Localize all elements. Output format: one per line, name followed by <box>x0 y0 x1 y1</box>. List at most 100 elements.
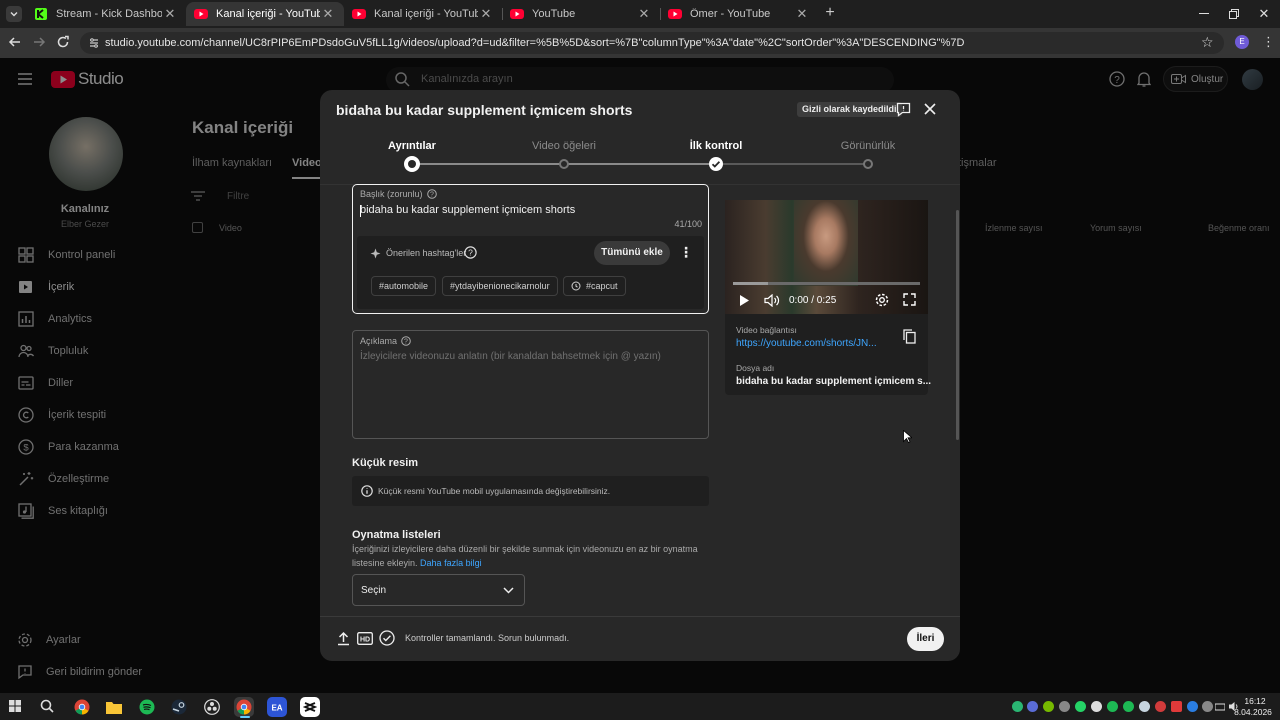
video-settings-button[interactable] <box>875 293 889 307</box>
thumbnail-info-text: Küçük resmi YouTube mobil uygulamasında … <box>378 486 611 496</box>
browser-tab[interactable]: Ömer - YouTube ✕ <box>660 2 818 26</box>
filename-label: Dosya adı <box>736 363 775 373</box>
restore-button[interactable] <box>1226 6 1242 22</box>
tray-app-icon[interactable] <box>1202 701 1213 712</box>
step-visibility-dot[interactable] <box>863 159 873 169</box>
title-input[interactable]: bidaha bu kadar supplement içmicem short… <box>360 204 575 216</box>
obs-icon[interactable] <box>202 697 222 717</box>
spotify-icon[interactable] <box>137 697 157 717</box>
close-icon[interactable]: ✕ <box>794 6 810 22</box>
step-visibility-label[interactable]: Görünürlük <box>798 140 938 152</box>
forward-button[interactable] <box>32 35 46 49</box>
playlists-text: İçeriğinizi izleyicilere daha düzenli bi… <box>352 544 698 568</box>
url-text: studio.youtube.com/channel/UC8rPIP6EmPDs… <box>105 37 965 49</box>
step-checks-label[interactable]: İlk kontrol <box>646 140 786 152</box>
volume-button[interactable] <box>764 294 780 307</box>
chrome-active-icon[interactable] <box>234 697 254 717</box>
file-explorer-icon[interactable] <box>104 697 124 717</box>
reload-button[interactable] <box>56 35 70 49</box>
help-icon[interactable]: ? <box>464 246 477 259</box>
new-tab-button[interactable]: + <box>822 5 838 21</box>
description-placeholder: İzleyicilere videonuzu anlatın (bir kana… <box>360 351 661 362</box>
close-icon[interactable]: ✕ <box>636 6 652 22</box>
windows-logo-icon <box>9 700 21 712</box>
back-button[interactable] <box>8 35 22 49</box>
hashtag-chip[interactable]: #capcut <box>563 276 626 296</box>
tray-app-icon[interactable] <box>1091 701 1102 712</box>
copy-link-button[interactable] <box>903 329 916 344</box>
step-checks-done-icon[interactable] <box>709 157 723 171</box>
bluetooth-icon[interactable] <box>1187 701 1198 712</box>
close-icon[interactable]: ✕ <box>162 6 178 22</box>
dialog-scrollbar[interactable] <box>956 210 959 440</box>
browser-tab[interactable]: Kanal içeriği - YouTube Studio ✕ <box>344 2 502 26</box>
title-label-text: Başlık (zorunlu) <box>360 189 423 199</box>
tray-app-icon[interactable] <box>1043 701 1054 712</box>
next-button[interactable]: İleri <box>907 627 944 651</box>
add-all-hashtags-button[interactable]: Tümünü ekle <box>594 241 670 265</box>
active-app-indicator <box>240 716 250 718</box>
reload-icon <box>57 35 69 48</box>
restore-icon <box>1229 9 1239 19</box>
step-details-dot[interactable] <box>404 156 420 172</box>
close-icon <box>924 103 936 115</box>
video-link[interactable]: https://youtube.com/shorts/JN... <box>736 338 877 349</box>
dialog-title: bidaha bu kadar supplement içmicem short… <box>336 102 633 118</box>
network-icon[interactable] <box>1215 702 1225 712</box>
description-field[interactable] <box>352 330 709 439</box>
close-icon[interactable]: ✕ <box>320 6 336 22</box>
mouse-cursor <box>903 430 912 443</box>
step-video-elements-label[interactable]: Video öğeleri <box>494 140 634 152</box>
browser-tab[interactable]: Stream - Kick Dashboard ✕ <box>26 2 186 26</box>
settings-icon <box>875 293 889 307</box>
taskbar-search-button[interactable] <box>40 699 54 713</box>
video-link-label: Video bağlantısı <box>736 325 797 335</box>
chrome-icon[interactable] <box>72 697 92 717</box>
playlists-description: İçeriğinizi izleyicilere daha düzenli bi… <box>352 543 702 570</box>
start-button[interactable] <box>9 700 21 712</box>
fullscreen-button[interactable] <box>903 293 916 306</box>
site-info-icon[interactable] <box>88 37 100 49</box>
help-icon[interactable]: ? <box>426 189 437 199</box>
hd-status-icon[interactable]: HD <box>357 632 373 645</box>
steam-icon[interactable] <box>169 697 189 717</box>
upload-status-icon[interactable] <box>337 631 350 646</box>
tray-app-icon[interactable] <box>1155 701 1166 712</box>
step-details-label[interactable]: Ayrıntılar <box>342 140 482 152</box>
browser-tab-active[interactable]: Kanal içeriği - YouTube Studio ✕ <box>186 2 344 26</box>
kick-icon <box>34 7 48 21</box>
window-close-button[interactable]: ✕ <box>1256 6 1272 22</box>
ea-app-icon[interactable]: EA <box>267 697 287 717</box>
tray-app-icon[interactable] <box>1171 701 1182 712</box>
tray-app-icon[interactable] <box>1123 701 1134 712</box>
tab-title: YouTube <box>532 8 576 20</box>
tab-list-button[interactable] <box>6 6 22 22</box>
playlist-select[interactable]: Seçin <box>352 574 525 606</box>
hashtag-chip[interactable]: #automobile <box>371 276 437 296</box>
report-issue-icon[interactable] <box>896 102 911 117</box>
tray-app-icon[interactable] <box>1012 701 1023 712</box>
tray-app-icon[interactable] <box>1027 701 1038 712</box>
whatsapp-icon[interactable] <box>1075 701 1086 712</box>
capcut-icon[interactable] <box>300 697 320 717</box>
steam-tray-icon[interactable] <box>1139 701 1150 712</box>
spotify-tray-icon[interactable] <box>1107 701 1118 712</box>
help-icon[interactable]: ? <box>401 336 411 346</box>
learn-more-link[interactable]: Daha fazla bilgi <box>420 558 482 568</box>
clock-time[interactable]: 16:12 <box>1238 696 1272 706</box>
search-icon <box>40 699 54 713</box>
hashtag-chip[interactable]: #ytdayibenionecikarnolur <box>442 276 558 296</box>
browser-tab[interactable]: YouTube ✕ <box>502 2 660 26</box>
profile-avatar[interactable]: E <box>1235 35 1249 49</box>
close-icon[interactable]: ✕ <box>478 6 494 22</box>
clock-date[interactable]: 8.04.2026 <box>1230 707 1276 717</box>
checks-passed-icon[interactable] <box>379 630 395 646</box>
close-dialog-button[interactable] <box>924 103 936 115</box>
step-video-elements-dot[interactable] <box>559 159 569 169</box>
tray-app-icon[interactable] <box>1059 701 1070 712</box>
browser-menu-icon[interactable]: ⋮ <box>1262 35 1275 49</box>
bookmark-star-icon[interactable]: ☆ <box>1201 35 1214 49</box>
more-options-icon[interactable]: ⋮ <box>679 245 693 259</box>
minimize-button[interactable] <box>1196 6 1212 22</box>
play-button[interactable] <box>739 294 750 307</box>
